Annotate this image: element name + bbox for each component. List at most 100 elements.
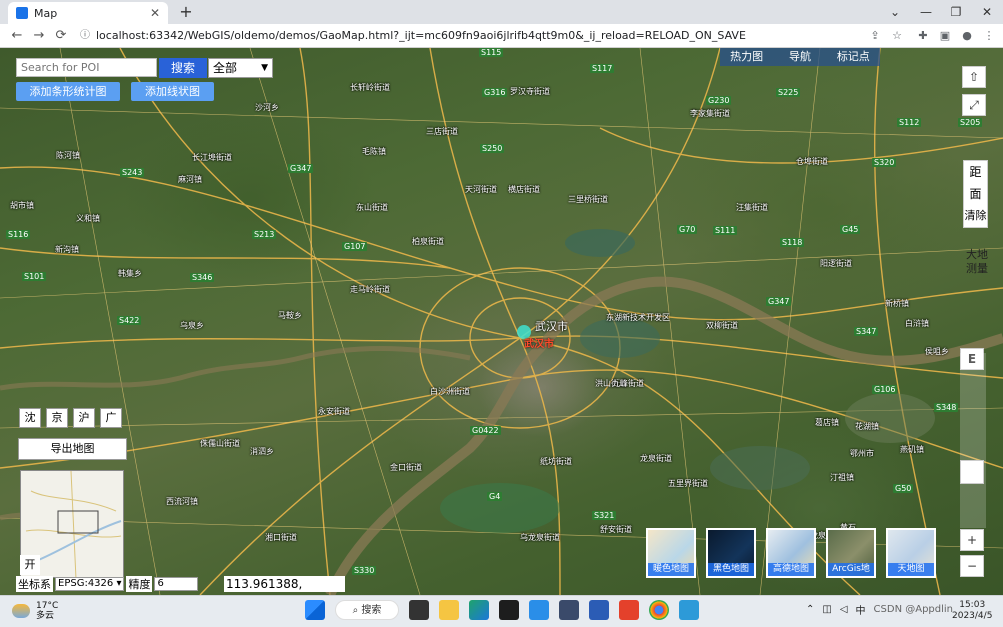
add-bar-chart-button[interactable]: 添加条形统计图: [16, 82, 120, 101]
map-label: 侏儒山街道: [200, 439, 240, 448]
map-label: 天河街道: [465, 185, 497, 194]
road-tag: S321: [592, 511, 617, 520]
measure-clear-button[interactable]: 清除: [964, 205, 987, 227]
poi-search-input[interactable]: [16, 58, 157, 77]
taskbar-search[interactable]: ⌕ 搜索: [335, 600, 399, 620]
notepad-icon[interactable]: [679, 600, 699, 620]
taskbar-apps: ⌕ 搜索: [305, 600, 699, 620]
extensions-icon[interactable]: ✚: [914, 27, 932, 45]
add-line-chart-button[interactable]: 添加线状图: [131, 82, 214, 101]
city-button-shenyang[interactable]: 沈: [19, 408, 41, 428]
back-button[interactable]: ←: [8, 27, 26, 45]
chrome-icon[interactable]: [649, 600, 669, 620]
map-canvas[interactable]: 罗汉寺街道 横店街道 天河街道 三里桥街道 汪集街道 李家集街道 沙河乡 毛陈镇…: [0, 48, 1003, 595]
basemap-dark[interactable]: 黑色地图: [706, 528, 756, 578]
browser-toolbar: ← → ⟳ ⓘ localhost:63342/WebGIS/oldemo/de…: [0, 24, 1003, 48]
mouse-coordinates: 113.961388, 30.869553: [224, 576, 345, 595]
overview-extent-box[interactable]: [57, 510, 99, 534]
map-label: 鄂州市: [850, 449, 874, 458]
minimize-button[interactable]: —: [911, 2, 941, 22]
map-favicon-icon: [16, 7, 28, 19]
tab-search-icon[interactable]: ⌄: [880, 2, 910, 22]
close-window-button[interactable]: ✕: [972, 2, 1002, 22]
weather-widget[interactable]: 17°C 多云: [12, 601, 58, 621]
map-label: 西流河镇: [166, 497, 198, 506]
basemap-warm[interactable]: 暖色地图: [646, 528, 696, 578]
windows-start-icon[interactable]: [305, 600, 325, 620]
edge-icon[interactable]: [469, 600, 489, 620]
city-button-beijing[interactable]: 京: [46, 408, 68, 428]
new-tab-button[interactable]: +: [176, 3, 196, 23]
clock-date: 2023/4/5: [952, 611, 993, 621]
road-tag: S225: [776, 88, 801, 97]
wps-icon[interactable]: [619, 600, 639, 620]
fullscreen-icon[interactable]: ⤢: [962, 94, 986, 116]
road-tag: G4: [487, 492, 503, 501]
word-icon[interactable]: [589, 600, 609, 620]
overview-toggle-button[interactable]: 开: [20, 555, 40, 575]
export-map-button[interactable]: 导出地图: [18, 438, 127, 460]
map-label: 纸坊街道: [540, 457, 572, 466]
basemap-dark-label: 黑色地图: [708, 563, 754, 576]
menu-marker[interactable]: 标记点: [827, 48, 880, 66]
address-bar[interactable]: ⓘ localhost:63342/WebGIS/oldemo/demos/Ga…: [76, 27, 856, 45]
road-tag: G70: [677, 225, 698, 234]
sidebar-icon[interactable]: ▣: [936, 27, 954, 45]
north-arrow-icon[interactable]: ⇧: [962, 66, 986, 88]
zoom-slider-track[interactable]: [960, 353, 986, 528]
menu-icon[interactable]: ⋮: [980, 27, 998, 45]
measure-panel: 距 面 清除: [963, 160, 988, 228]
send-icon[interactable]: ◁: [840, 604, 848, 615]
search-button[interactable]: 搜索: [159, 58, 207, 78]
map-label: 侯咀乡: [925, 347, 949, 356]
weather-temp: 17°C: [36, 601, 59, 611]
road-tag: S117: [590, 64, 615, 73]
road-tag: G106: [872, 385, 898, 394]
zoom-out-button[interactable]: −: [960, 555, 984, 577]
zoom-in-button[interactable]: +: [960, 529, 984, 551]
share-icon[interactable]: ⇪: [866, 27, 884, 45]
map-label: 柏泉街道: [412, 237, 444, 246]
precision-input[interactable]: 6: [154, 576, 199, 591]
measure-distance-button[interactable]: 距: [964, 161, 987, 183]
zoom-slider-thumb[interactable]: [960, 460, 984, 484]
basemap-tianditu[interactable]: 天地图: [886, 528, 936, 578]
profile-avatar-icon[interactable]: ●: [958, 27, 976, 45]
ime-indicator[interactable]: 中: [856, 602, 866, 617]
webstorm-icon[interactable]: [499, 600, 519, 620]
forward-button[interactable]: →: [30, 27, 48, 45]
tab-close-icon[interactable]: ✕: [150, 6, 160, 20]
reload-button[interactable]: ⟳: [52, 27, 70, 45]
city-button-shanghai[interactable]: 沪: [73, 408, 95, 428]
map-label: 义和镇: [76, 214, 100, 223]
watermark-text: CSDN @Appdlin: [873, 604, 954, 615]
road-tag: S346: [190, 273, 215, 282]
basemap-gaode[interactable]: 高德地图: [766, 528, 816, 578]
info-icon[interactable]: ⓘ: [80, 27, 90, 45]
windows-taskbar: 17°C 多云 ⌕ 搜索 ⌃ ◫ ◁ 中 CSDN @Appdlin 15:03…: [0, 595, 1003, 627]
app-icon[interactable]: [559, 600, 579, 620]
map-label: 湘口街道: [265, 533, 297, 542]
bookmark-star-icon[interactable]: ☆: [888, 27, 906, 45]
vscode-icon[interactable]: [529, 600, 549, 620]
menu-heatmap[interactable]: 热力图: [720, 48, 773, 66]
file-explorer-icon[interactable]: [439, 600, 459, 620]
city-button-guangzhou[interactable]: 广: [100, 408, 122, 428]
task-view-icon[interactable]: [409, 600, 429, 620]
category-select[interactable]: 全部 ▼: [208, 58, 273, 78]
basemap-arcgis[interactable]: ArcGis地图: [826, 528, 876, 578]
map-label: 燕矶镇: [900, 445, 924, 454]
measure-area-button[interactable]: 面: [964, 183, 987, 205]
map-label: 舒安街道: [600, 525, 632, 534]
chevron-up-icon[interactable]: ⌃: [806, 604, 814, 615]
maximize-button[interactable]: ❐: [941, 2, 971, 22]
crs-select[interactable]: EPSG:4326 ▾: [55, 576, 125, 591]
map-label: 永安街道: [318, 407, 350, 416]
tray-app-icon[interactable]: ◫: [822, 604, 831, 615]
status-bar: 坐标系 EPSG:4326 ▾ 精度 6: [16, 575, 199, 592]
geodesic-measure-checkbox[interactable]: 大地测量: [964, 248, 990, 276]
clock[interactable]: 15:03 2023/4/5: [952, 600, 992, 622]
browser-tab[interactable]: Map ✕: [8, 2, 168, 24]
map-label: 三店街道: [426, 127, 458, 136]
menu-navigation[interactable]: 导航: [773, 48, 826, 66]
